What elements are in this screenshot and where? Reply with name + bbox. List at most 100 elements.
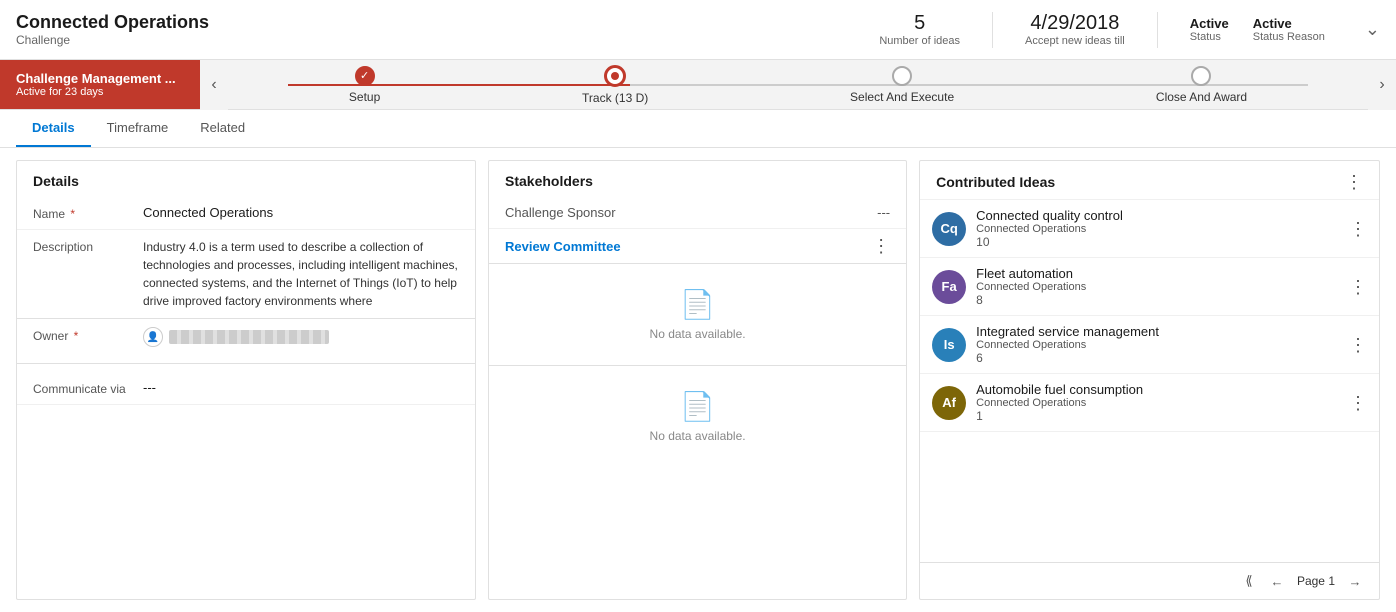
stage-dot-close: [1191, 66, 1211, 86]
idea-count: 6: [976, 351, 1339, 365]
page-next-button[interactable]: →: [1343, 569, 1367, 593]
owner-name-blurred: [169, 330, 329, 344]
idea-count: 8: [976, 293, 1339, 307]
list-item: Cq Connected quality control Connected O…: [920, 200, 1379, 258]
meta-divider-1: [992, 12, 993, 48]
stage-dot-track: [604, 65, 626, 87]
ideas-card-menu-button[interactable]: ⋮: [1345, 173, 1363, 191]
ideas-count-block: 5 Number of ideas: [879, 12, 960, 47]
stakeholders-card: Stakeholders Challenge Sponsor --- Revie…: [488, 160, 907, 600]
owner-required: *: [70, 329, 78, 343]
header-subtitle: Challenge: [16, 33, 879, 47]
description-value: Industry 4.0 is a term used to describe …: [143, 238, 459, 310]
stage-track: ✓ Setup Track (13 D) Select And Execute …: [228, 65, 1368, 105]
owner-person-icon: 👤: [143, 327, 163, 347]
ideas-card: Contributed Ideas ⋮ Cq Connected quality…: [919, 160, 1380, 600]
stage-prev-button[interactable]: ‹: [200, 60, 228, 110]
pagination: ⟪ ← Page 1 →: [920, 562, 1379, 599]
status-label: Status: [1190, 31, 1229, 43]
review-committee-row: Review Committee ⋮: [489, 229, 906, 264]
idea-title: Connected quality control: [976, 208, 1339, 223]
stage-step-close: Close And Award: [1156, 66, 1247, 104]
tab-timeframe[interactable]: Timeframe: [91, 110, 185, 147]
idea-title: Integrated service management: [976, 324, 1339, 339]
status-reason-item: Active Status Reason: [1253, 16, 1325, 43]
idea-avatar: Cq: [932, 212, 966, 246]
owner-value: 👤: [143, 327, 459, 347]
app-title: Connected Operations: [16, 12, 879, 33]
ideas-count: 5: [879, 12, 960, 35]
ideas-count-label: Number of ideas: [879, 35, 960, 47]
stage-step-select: Select And Execute: [850, 66, 954, 104]
idea-subtitle: Connected Operations: [976, 223, 1339, 235]
idea-menu-button[interactable]: ⋮: [1349, 394, 1367, 412]
details-row-name: Name * Connected Operations: [17, 197, 475, 230]
header-chevron-down-icon[interactable]: ⌄: [1365, 19, 1380, 40]
ideas-list: Cq Connected quality control Connected O…: [920, 200, 1379, 562]
details-row-owner: Owner * 👤: [17, 319, 475, 364]
details-card-title: Details: [17, 161, 475, 197]
idea-menu-button[interactable]: ⋮: [1349, 336, 1367, 354]
idea-count: 1: [976, 409, 1339, 423]
list-item: Af Automobile fuel consumption Connected…: [920, 374, 1379, 432]
idea-info: Integrated service management Connected …: [976, 324, 1339, 365]
stage-active-item: Challenge Management ... Active for 23 d…: [0, 60, 200, 109]
list-item: Fa Fleet automation Connected Operations…: [920, 258, 1379, 316]
name-label: Name *: [33, 205, 143, 221]
stakeholders-empty-icon: 📄: [680, 390, 715, 423]
stakeholders-no-data: 📄 No data available.: [489, 366, 906, 467]
idea-avatar: Is: [932, 328, 966, 362]
idea-info: Automobile fuel consumption Connected Op…: [976, 382, 1339, 423]
review-committee-no-data: 📄 No data available.: [489, 264, 906, 366]
status-reason-value: Active: [1253, 16, 1325, 31]
idea-title: Fleet automation: [976, 266, 1339, 281]
sponsor-row: Challenge Sponsor ---: [489, 197, 906, 229]
details-card: Details Name * Connected Operations Desc…: [16, 160, 476, 600]
stage-label-track: Track (13 D): [582, 91, 648, 105]
review-committee-no-data-text: No data available.: [650, 327, 746, 341]
date-block: 4/29/2018 Accept new ideas till: [1025, 12, 1125, 47]
idea-subtitle: Connected Operations: [976, 397, 1339, 409]
details-row-description: Description Industry 4.0 is a term used …: [17, 230, 475, 319]
stakeholders-no-data-text: No data available.: [650, 429, 746, 443]
page-first-button[interactable]: ⟪: [1237, 569, 1261, 593]
status-reason-label: Status Reason: [1253, 31, 1325, 43]
stage-dot-setup: ✓: [355, 66, 375, 86]
name-required: *: [67, 207, 75, 221]
stakeholders-card-title: Stakeholders: [489, 161, 906, 197]
tab-details[interactable]: Details: [16, 110, 91, 147]
meta-divider-2: [1157, 12, 1158, 48]
communicate-value: ---: [143, 380, 459, 395]
stage-label-setup: Setup: [349, 90, 380, 104]
idea-info: Fleet automation Connected Operations 8: [976, 266, 1339, 307]
idea-count: 10: [976, 235, 1339, 249]
status-item: Active Status: [1190, 16, 1229, 43]
date-label: Accept new ideas till: [1025, 35, 1125, 47]
header: Connected Operations Challenge 5 Number …: [0, 0, 1396, 60]
review-committee-empty-icon: 📄: [680, 288, 715, 321]
main-content: Details Name * Connected Operations Desc…: [0, 148, 1396, 612]
stage-label-close: Close And Award: [1156, 90, 1247, 104]
owner-label: Owner *: [33, 327, 143, 343]
tab-related[interactable]: Related: [184, 110, 261, 147]
idea-title: Automobile fuel consumption: [976, 382, 1339, 397]
idea-subtitle: Connected Operations: [976, 281, 1339, 293]
stage-track-active-line: [288, 84, 630, 86]
review-committee-menu-button[interactable]: ⋮: [872, 237, 890, 255]
idea-subtitle: Connected Operations: [976, 339, 1339, 351]
tabs-bar: Details Timeframe Related: [0, 110, 1396, 148]
status-block: Active Status Active Status Reason: [1190, 16, 1325, 43]
page-prev-button[interactable]: ←: [1265, 569, 1289, 593]
name-value: Connected Operations: [143, 205, 459, 220]
idea-info: Connected quality control Connected Oper…: [976, 208, 1339, 249]
idea-menu-button[interactable]: ⋮: [1349, 278, 1367, 296]
stage-step-track: Track (13 D): [582, 65, 648, 105]
stage-next-button[interactable]: ›: [1368, 60, 1396, 110]
status-value: Active: [1190, 16, 1229, 31]
idea-menu-button[interactable]: ⋮: [1349, 220, 1367, 238]
page-label: Page 1: [1293, 574, 1339, 588]
stage-dot-select: [892, 66, 912, 86]
review-committee-label: Review Committee: [505, 239, 872, 254]
sponsor-label: Challenge Sponsor: [505, 205, 877, 220]
owner-row: 👤: [143, 327, 459, 347]
